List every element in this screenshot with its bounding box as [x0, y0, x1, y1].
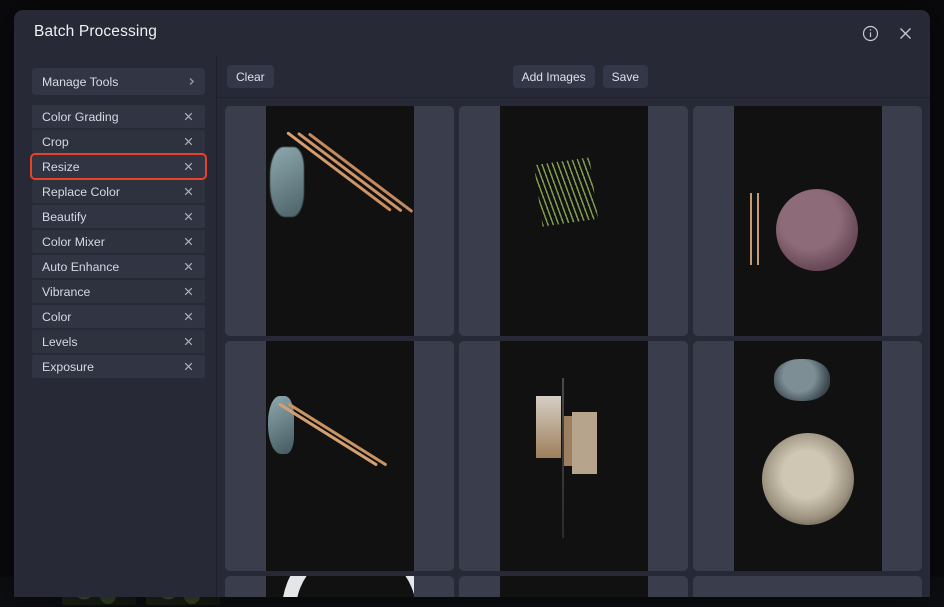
- tool-label: Levels: [42, 334, 78, 349]
- actions-toolbar: Clear Add Images Save: [217, 56, 930, 98]
- tool-row[interactable]: Vibrance: [32, 280, 205, 303]
- remove-tool-icon[interactable]: [181, 235, 195, 249]
- tool-row[interactable]: Exposure: [32, 355, 205, 378]
- manage-tools-label: Manage Tools: [42, 74, 119, 89]
- manage-tools-button[interactable]: Manage Tools: [32, 68, 205, 95]
- tool-row[interactable]: Beautify: [32, 205, 205, 228]
- remove-tool-icon[interactable]: [181, 160, 195, 174]
- tool-label: Exposure: [42, 359, 94, 374]
- tool-label: Color: [42, 309, 72, 324]
- tool-row[interactable]: Color Mixer: [32, 230, 205, 253]
- dialog-titlebar: Batch Processing: [14, 10, 930, 56]
- image-card[interactable]: [459, 106, 688, 336]
- toolbar-right-group: Add Images Save: [512, 65, 648, 88]
- tool-row[interactable]: Levels: [32, 330, 205, 353]
- dialog-body: Manage Tools Color Grading Crop Resize Repl…: [14, 56, 930, 597]
- image-card[interactable]: [693, 106, 922, 336]
- image-card[interactable]: [225, 106, 454, 336]
- thumbnail-overhead-pink-plate: [733, 106, 882, 336]
- thumbnail-beef-with-chives: [499, 106, 648, 336]
- thumbnail-dark-bowl-rim: [499, 576, 648, 597]
- remove-tool-icon[interactable]: [181, 360, 195, 374]
- tools-sidebar: Manage Tools Color Grading Crop Resize Repl…: [14, 56, 217, 597]
- remove-tool-icon[interactable]: [181, 135, 195, 149]
- tool-row[interactable]: Replace Color: [32, 180, 205, 203]
- tool-list: Color Grading Crop Resize Replace Color Beau…: [30, 105, 207, 378]
- save-button[interactable]: Save: [602, 65, 648, 88]
- remove-tool-icon[interactable]: [181, 285, 195, 299]
- remove-tool-icon[interactable]: [181, 185, 195, 199]
- image-grid-scroll[interactable]: [217, 98, 930, 597]
- tool-row[interactable]: Color: [32, 305, 205, 328]
- tool-label: Color Grading: [42, 109, 119, 124]
- tool-label: Replace Color: [42, 184, 120, 199]
- window-actions: [859, 22, 916, 44]
- image-card[interactable]: [693, 576, 922, 597]
- image-card[interactable]: [459, 341, 688, 571]
- tool-row[interactable]: Resize: [30, 153, 207, 180]
- tool-label: Beautify: [42, 209, 87, 224]
- remove-tool-icon[interactable]: [181, 110, 195, 124]
- tool-row[interactable]: Crop: [32, 130, 205, 153]
- chevron-right-icon: [187, 75, 196, 89]
- tool-label: Resize: [42, 159, 80, 174]
- close-icon[interactable]: [894, 22, 916, 44]
- add-images-button[interactable]: Add Images: [512, 65, 595, 88]
- batch-processing-dialog: Batch Processing Manage Tools Color Grad…: [14, 10, 930, 597]
- remove-tool-icon[interactable]: [181, 310, 195, 324]
- thumbnail-teapot-overhead-bowl: [733, 341, 882, 571]
- screen: Batch Processing Manage Tools Color Grad…: [0, 0, 944, 607]
- tool-row[interactable]: Color Grading: [32, 105, 205, 128]
- main-panel: Clear Add Images Save: [217, 56, 930, 597]
- clear-button[interactable]: Clear: [227, 65, 274, 88]
- info-circle-icon[interactable]: [859, 22, 881, 44]
- remove-tool-icon[interactable]: [181, 335, 195, 349]
- tool-label: Color Mixer: [42, 234, 105, 249]
- image-card[interactable]: [693, 341, 922, 571]
- remove-tool-icon[interactable]: [181, 260, 195, 274]
- image-card[interactable]: [225, 341, 454, 571]
- tool-label: Vibrance: [42, 284, 91, 299]
- thumbnail-teapot-plated-salmon: [265, 106, 414, 336]
- tool-row[interactable]: Auto Enhance: [32, 255, 205, 278]
- page-title: Batch Processing: [34, 23, 158, 40]
- thumbnail-chopsticks-ceramic-bowl: [265, 341, 414, 571]
- tool-label: Crop: [42, 134, 69, 149]
- tool-label: Auto Enhance: [42, 259, 120, 274]
- thumbnail-white-ceramic-closeup: [265, 576, 414, 597]
- thumbnail-knife-with-fish-fillets: [499, 341, 648, 571]
- remove-tool-icon[interactable]: [181, 210, 195, 224]
- image-card[interactable]: [225, 576, 454, 597]
- image-card[interactable]: [459, 576, 688, 597]
- image-grid: [225, 106, 922, 597]
